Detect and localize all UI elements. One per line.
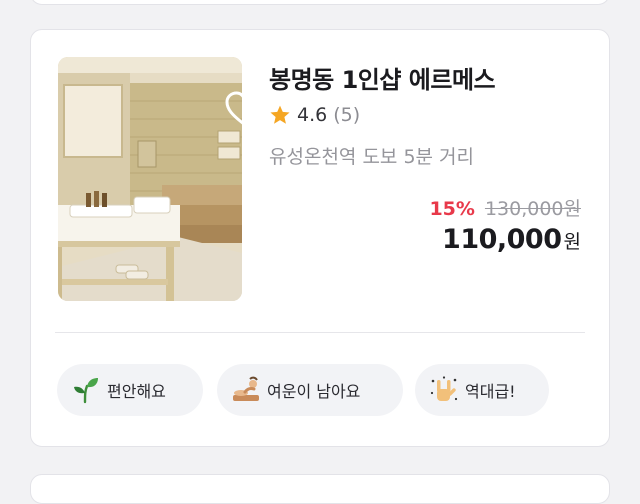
divider [55,332,585,333]
star-icon [270,105,290,124]
location-text: 유성온천역 도보 5분 거리 [269,146,475,168]
discount-rate: 15% [429,198,475,220]
favorite-heart-icon[interactable] [224,91,242,127]
final-price-row: 110,000 원 [442,224,581,255]
massage-icon [233,376,259,401]
tag-comfortable[interactable]: 편안해요 [57,364,203,416]
listing-title[interactable]: 봉명동 1인샵 에르메스 [269,60,496,95]
next-listing-card[interactable] [30,474,610,504]
listing-thumbnail[interactable] [58,57,242,301]
tag-label: 여운이 남아요 [267,382,361,401]
listing-card[interactable]: 봉명동 1인샵 에르메스 4.6 (5) 유성온천역 도보 5분 거리 15% … [30,29,610,447]
tag-lingering[interactable]: 여운이 남아요 [217,364,403,416]
previous-listing-card[interactable] [30,0,610,5]
price-row: 15% 130,000원 [429,194,581,221]
original-price: 130,000원 [484,198,581,220]
currency-unit: 원 [563,231,581,253]
sprout-icon [74,378,98,404]
spa-room-image [58,57,242,301]
tag-legendary[interactable]: 역대급! [415,364,549,416]
tag-label: 편안해요 [107,382,166,401]
tag-label: 역대급! [465,382,516,401]
review-count: (5) [333,104,361,126]
rating-row: 4.6 (5) [269,102,360,128]
final-price: 110,000 [442,224,562,255]
rock-hand-icon [430,376,458,401]
rating-score: 4.6 [297,104,328,126]
